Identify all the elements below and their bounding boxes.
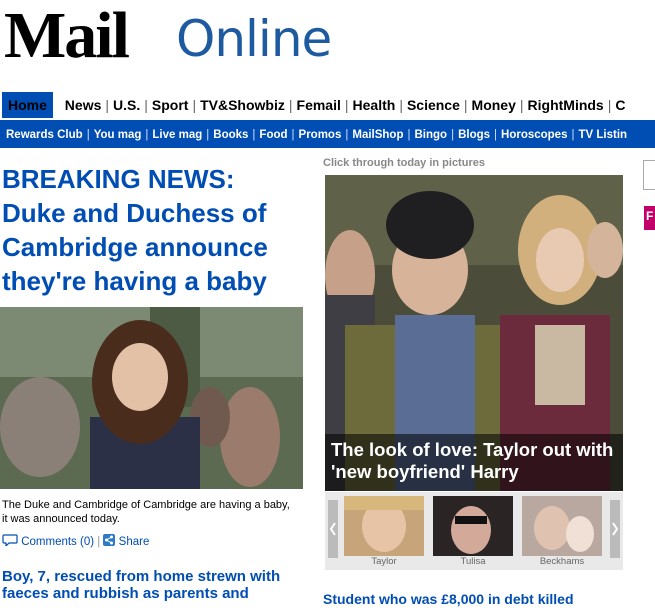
nav-separator: | [344, 97, 349, 113]
nav-health[interactable]: Health [353, 92, 396, 118]
subnav-promos[interactable]: Promos [299, 122, 342, 148]
logo-mail[interactable]: Mail [4, 3, 130, 69]
nav-tvshowbiz[interactable]: TV&Showbiz [200, 92, 285, 118]
thumb-taylor[interactable] [344, 496, 424, 556]
subnav-books[interactable]: Books [213, 122, 248, 148]
nav-separator: | [288, 97, 293, 113]
breaking-prefix: BREAKING NEWS: [2, 164, 235, 194]
nav-separator: | [399, 97, 403, 113]
subnav-live-mag[interactable]: Live mag [152, 122, 202, 148]
nav-femail[interactable]: Femail [297, 92, 341, 118]
breaking-headline-text: Duke and Duchess of Cambridge announce t… [2, 198, 268, 296]
subnav-rewards-club[interactable]: Rewards Club [6, 122, 83, 148]
nav-news[interactable]: News [65, 92, 102, 118]
pictures-label[interactable]: Click through today in pictures [323, 157, 485, 169]
lead-photo[interactable] [0, 307, 303, 489]
nav-separator [53, 97, 65, 113]
subnav-horoscopes[interactable]: Horoscopes [501, 122, 567, 148]
sidebar-widget[interactable] [643, 160, 655, 190]
subnav-food[interactable]: Food [259, 122, 287, 148]
nav-separator: | [607, 97, 612, 113]
nav-science[interactable]: Science [407, 92, 460, 118]
comment-icon[interactable] [2, 534, 18, 549]
primary-nav: Home News | U.S. | Sport | TV&Showbiz | Femail | H… [0, 92, 655, 122]
thumb-tulisa[interactable] [433, 496, 513, 556]
nav-separator: | [192, 97, 197, 113]
nav-us[interactable]: U.S. [113, 92, 140, 118]
nav-rightminds[interactable]: RightMinds [528, 92, 604, 118]
subnav-bingo[interactable]: Bingo [414, 122, 447, 148]
share-link[interactable]: Share [119, 536, 150, 548]
comments-link[interactable]: Comments (0) [21, 536, 94, 548]
nav-money[interactable]: Money [472, 92, 516, 118]
secondary-nav: Rewards Club | You mag | Live mag | Books | Food… [0, 122, 655, 148]
thumb-label: Taylor [371, 556, 397, 567]
prev-arrow-icon[interactable] [328, 500, 338, 558]
nav-separator: | [105, 97, 110, 113]
thumb-label: Tulisa [460, 556, 486, 567]
subnav-blogs[interactable]: Blogs [458, 122, 490, 148]
next-arrow-icon[interactable] [610, 500, 620, 558]
breaking-news-headline[interactable]: BREAKING NEWS: Duke and Duchess of Cambr… [2, 162, 308, 298]
lead-caption: The Duke and Cambridge of Cambridge are … [2, 499, 290, 525]
nav-separator: | [144, 97, 148, 113]
story-headline[interactable]: Student who was £8,000 in debt killed [323, 591, 623, 607]
thumb-label: Beckhams [539, 556, 585, 567]
subnav-mailshop[interactable]: MailShop [352, 122, 403, 148]
social-actions: Comments (0) | Share [2, 534, 149, 549]
pictures-caption[interactable]: The look of love: Taylor out with 'new b… [325, 434, 623, 491]
subnav-tv-listings[interactable]: TV Listin [578, 122, 627, 148]
logo-online[interactable]: Online [176, 10, 332, 68]
nav-more[interactable]: C [615, 92, 625, 118]
nav-separator: | [463, 97, 468, 113]
subnav-you-mag[interactable]: You mag [94, 122, 142, 148]
share-icon[interactable] [103, 534, 116, 549]
nav-sport[interactable]: Sport [152, 92, 189, 118]
thumbnail-strip: Taylor Tulisa Beckhams [325, 492, 623, 570]
sidebar-pink-label: F [646, 209, 654, 223]
nav-home[interactable]: Home [2, 92, 53, 118]
story-headline[interactable]: Boy, 7, rescued from home strewn with fa… [2, 568, 302, 602]
nav-separator: | [519, 97, 524, 113]
thumb-beckhams[interactable] [522, 496, 602, 556]
